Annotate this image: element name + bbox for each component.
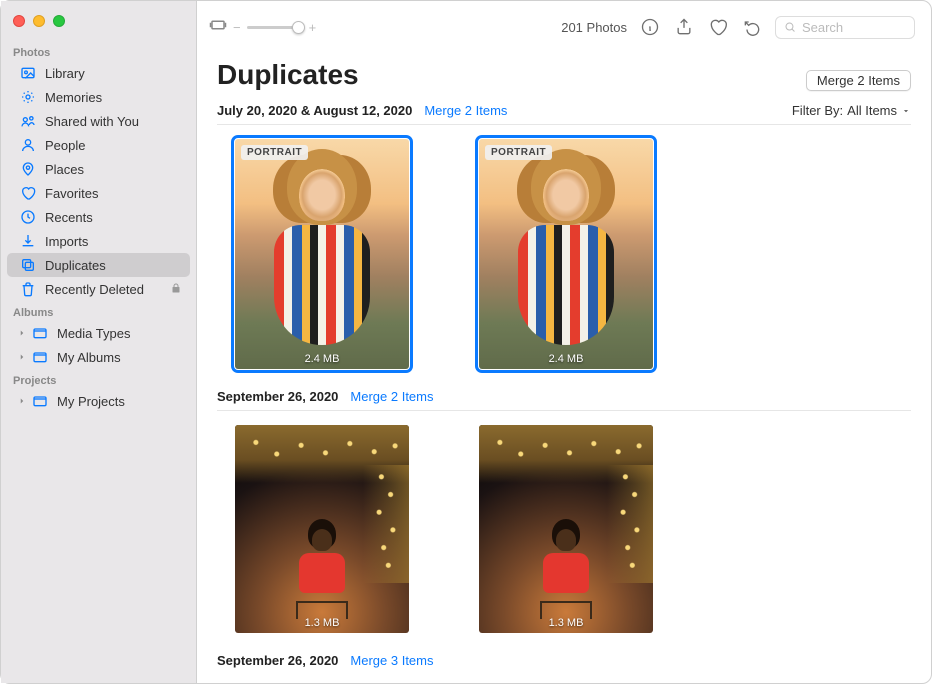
import-icon [19,232,37,250]
sidebar-item-label: People [45,138,182,153]
sidebar-item-my-albums[interactable]: My Albums [7,345,190,369]
toolbar: − + 201 Photos [197,1,931,53]
file-size: 1.3 MB [235,617,409,629]
photo-thumbnail[interactable]: 1.3 MB [479,425,653,633]
file-size: 1.3 MB [479,617,653,629]
photo-count: 201 Photos [561,20,627,35]
sidebar-item-label: Imports [45,234,182,249]
photo-thumbnail[interactable]: 1.3 MB [235,425,409,633]
chevron-right-icon [17,326,27,341]
chevron-down-icon [901,106,911,116]
thumbnail-row: 1.3 MB 1.3 MB [217,421,911,647]
chevron-right-icon [17,350,27,365]
sidebar-item-label: Shared with You [45,114,182,129]
sidebar-item-label: Duplicates [45,258,182,273]
folder-icon [31,324,49,342]
filter-by-dropdown[interactable]: Filter By: All Items [792,103,911,118]
sidebar-item-shared[interactable]: Shared with You [7,109,190,133]
sidebar-item-media-types[interactable]: Media Types [7,321,190,345]
rotate-button[interactable] [741,16,763,38]
group-date: September 26, 2020 [217,389,338,404]
shared-icon [19,112,37,130]
places-icon [19,160,37,178]
sidebar-item-people[interactable]: People [7,133,190,157]
main-content: − + 201 Photos [197,1,931,683]
group-header: July 20, 2020 & August 12, 2020 Merge 2 … [217,97,911,125]
people-icon [19,136,37,154]
group-merge-link[interactable]: Merge 2 Items [424,103,507,118]
folder-icon [31,348,49,366]
duplicates-icon [19,256,37,274]
sidebar-item-my-projects[interactable]: My Projects [7,389,190,413]
group-header: September 26, 2020 Merge 3 Items [217,647,911,674]
group-header: September 26, 2020 Merge 2 Items [217,383,911,411]
folder-icon [31,392,49,410]
sidebar-section-projects: Projects [1,369,196,389]
clock-icon [19,208,37,226]
group-date: July 20, 2020 & August 12, 2020 [217,103,412,118]
thumbnail-row: PORTRAIT 2.4 MB PORTRAIT 2.4 MB [217,135,911,383]
zoom-out-button[interactable]: − [233,20,241,35]
file-size: 2.4 MB [479,353,653,365]
zoom-slider-knob[interactable] [292,21,305,34]
sidebar-item-label: Library [45,66,182,81]
content-scroll[interactable]: Duplicates Merge 2 Items July 20, 2020 &… [197,53,931,683]
chevron-right-icon [17,394,27,409]
search-field[interactable] [775,16,915,39]
heart-icon [19,184,37,202]
filter-label: Filter By: [792,103,843,118]
merge-selected-button[interactable]: Merge 2 Items [806,70,911,91]
sidebar-item-label: My Albums [57,350,182,365]
portrait-badge: PORTRAIT [241,145,308,160]
sidebar-section-photos: Photos [1,41,196,61]
sidebar: Photos Library Memories Shared with You … [1,1,197,683]
minimize-window-button[interactable] [33,15,45,27]
aspect-icon[interactable] [209,16,227,39]
app-window: Photos Library Memories Shared with You … [1,1,931,683]
sidebar-item-label: Recently Deleted [45,282,162,297]
sidebar-item-memories[interactable]: Memories [7,85,190,109]
sidebar-section-albums: Albums [1,301,196,321]
sidebar-item-imports[interactable]: Imports [7,229,190,253]
maximize-window-button[interactable] [53,15,65,27]
zoom-control: − + [209,16,316,39]
search-icon [784,20,796,34]
search-input[interactable] [802,20,906,35]
lock-icon [170,282,182,297]
zoom-in-button[interactable]: + [309,20,317,35]
close-window-button[interactable] [13,15,25,27]
sidebar-item-label: Places [45,162,182,177]
sidebar-item-recents[interactable]: Recents [7,205,190,229]
page-title: Duplicates [217,59,359,91]
share-button[interactable] [673,16,695,38]
window-controls [1,11,196,41]
group-merge-link[interactable]: Merge 3 Items [350,653,433,668]
sidebar-item-label: Recents [45,210,182,225]
sidebar-item-label: Favorites [45,186,182,201]
trash-icon [19,280,37,298]
portrait-badge: PORTRAIT [485,145,552,160]
filter-value: All Items [847,103,897,118]
sidebar-item-label: Memories [45,90,182,105]
file-size: 2.4 MB [235,353,409,365]
sidebar-item-label: My Projects [57,394,182,409]
group-date: September 26, 2020 [217,653,338,668]
info-button[interactable] [639,16,661,38]
photo-thumbnail[interactable]: PORTRAIT 2.4 MB [479,139,653,369]
library-icon [19,64,37,82]
photo-thumbnail[interactable]: PORTRAIT 2.4 MB [235,139,409,369]
sidebar-item-library[interactable]: Library [7,61,190,85]
sidebar-item-places[interactable]: Places [7,157,190,181]
favorite-button[interactable] [707,16,729,38]
zoom-slider[interactable] [247,26,303,29]
sidebar-item-favorites[interactable]: Favorites [7,181,190,205]
group-merge-link[interactable]: Merge 2 Items [350,389,433,404]
sidebar-item-recently-deleted[interactable]: Recently Deleted [7,277,190,301]
memories-icon [19,88,37,106]
sidebar-item-duplicates[interactable]: Duplicates [7,253,190,277]
sidebar-item-label: Media Types [57,326,182,341]
